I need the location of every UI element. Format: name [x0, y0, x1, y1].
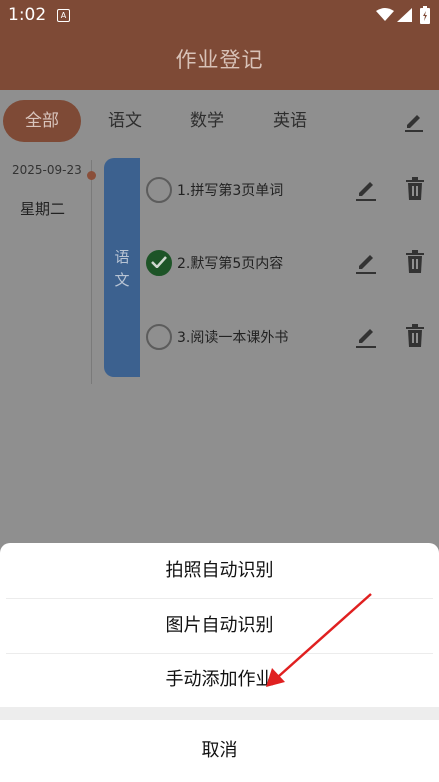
- sheet-gap: [0, 707, 439, 720]
- subject-card[interactable]: 语 文: [104, 158, 140, 377]
- page-title: 作业登记: [175, 48, 264, 72]
- subject-label: 语 文: [114, 248, 130, 289]
- app-bar: 作业登记: [0, 30, 439, 90]
- manual-add-option[interactable]: 手动添加作业: [0, 653, 439, 707]
- homework-text: 2.默写第5页内容: [177, 256, 284, 272]
- signal-icon: [397, 8, 412, 22]
- image-recognize-option[interactable]: 图片自动识别: [0, 599, 439, 653]
- homework-list: 2025-09-23 星期二 语 文 1.拼写第3页单词 2.默写第5页内容 3…: [0, 156, 439, 546]
- checkbox-unchecked[interactable]: [146, 177, 172, 203]
- edit-icon[interactable]: [354, 250, 378, 274]
- notification-icon: A: [57, 9, 70, 22]
- tab-all[interactable]: 全部: [3, 100, 81, 142]
- edit-icon[interactable]: [354, 324, 378, 348]
- delete-icon[interactable]: [404, 324, 426, 348]
- status-time: 1:02: [8, 5, 47, 25]
- timeline-dot: [87, 171, 96, 180]
- wifi-icon: [376, 8, 394, 21]
- homework-text: 3.阅读一本课外书: [177, 330, 289, 346]
- subject-tabs: 全部 语文 数学 英语: [0, 90, 439, 156]
- photo-recognize-option[interactable]: 拍照自动识别: [0, 544, 439, 598]
- homework-text: 1.拼写第3页单词: [177, 183, 284, 199]
- status-bar: 1:02 A: [0, 0, 439, 30]
- delete-icon[interactable]: [404, 250, 426, 274]
- homework-weekday: 星期二: [20, 200, 66, 218]
- checkbox-unchecked[interactable]: [146, 324, 172, 350]
- homework-item[interactable]: 1.拼写第3页单词: [146, 175, 436, 205]
- edit-tabs-icon[interactable]: [403, 110, 425, 132]
- edit-icon[interactable]: [354, 177, 378, 201]
- timeline-line: [91, 160, 92, 384]
- tab-math[interactable]: 数学: [170, 100, 244, 142]
- cancel-button[interactable]: 取消: [0, 720, 439, 782]
- homework-item[interactable]: 3.阅读一本课外书: [146, 322, 436, 352]
- homework-date: 2025-09-23: [12, 163, 82, 177]
- tab-english[interactable]: 英语: [253, 100, 327, 142]
- checkbox-checked[interactable]: [146, 250, 172, 276]
- action-sheet: 拍照自动识别 图片自动识别 手动添加作业: [0, 543, 439, 707]
- tab-chinese[interactable]: 语文: [88, 100, 162, 142]
- check-icon: [151, 256, 167, 268]
- homework-item[interactable]: 2.默写第5页内容: [146, 248, 436, 278]
- battery-icon: [420, 6, 430, 24]
- delete-icon[interactable]: [404, 177, 426, 201]
